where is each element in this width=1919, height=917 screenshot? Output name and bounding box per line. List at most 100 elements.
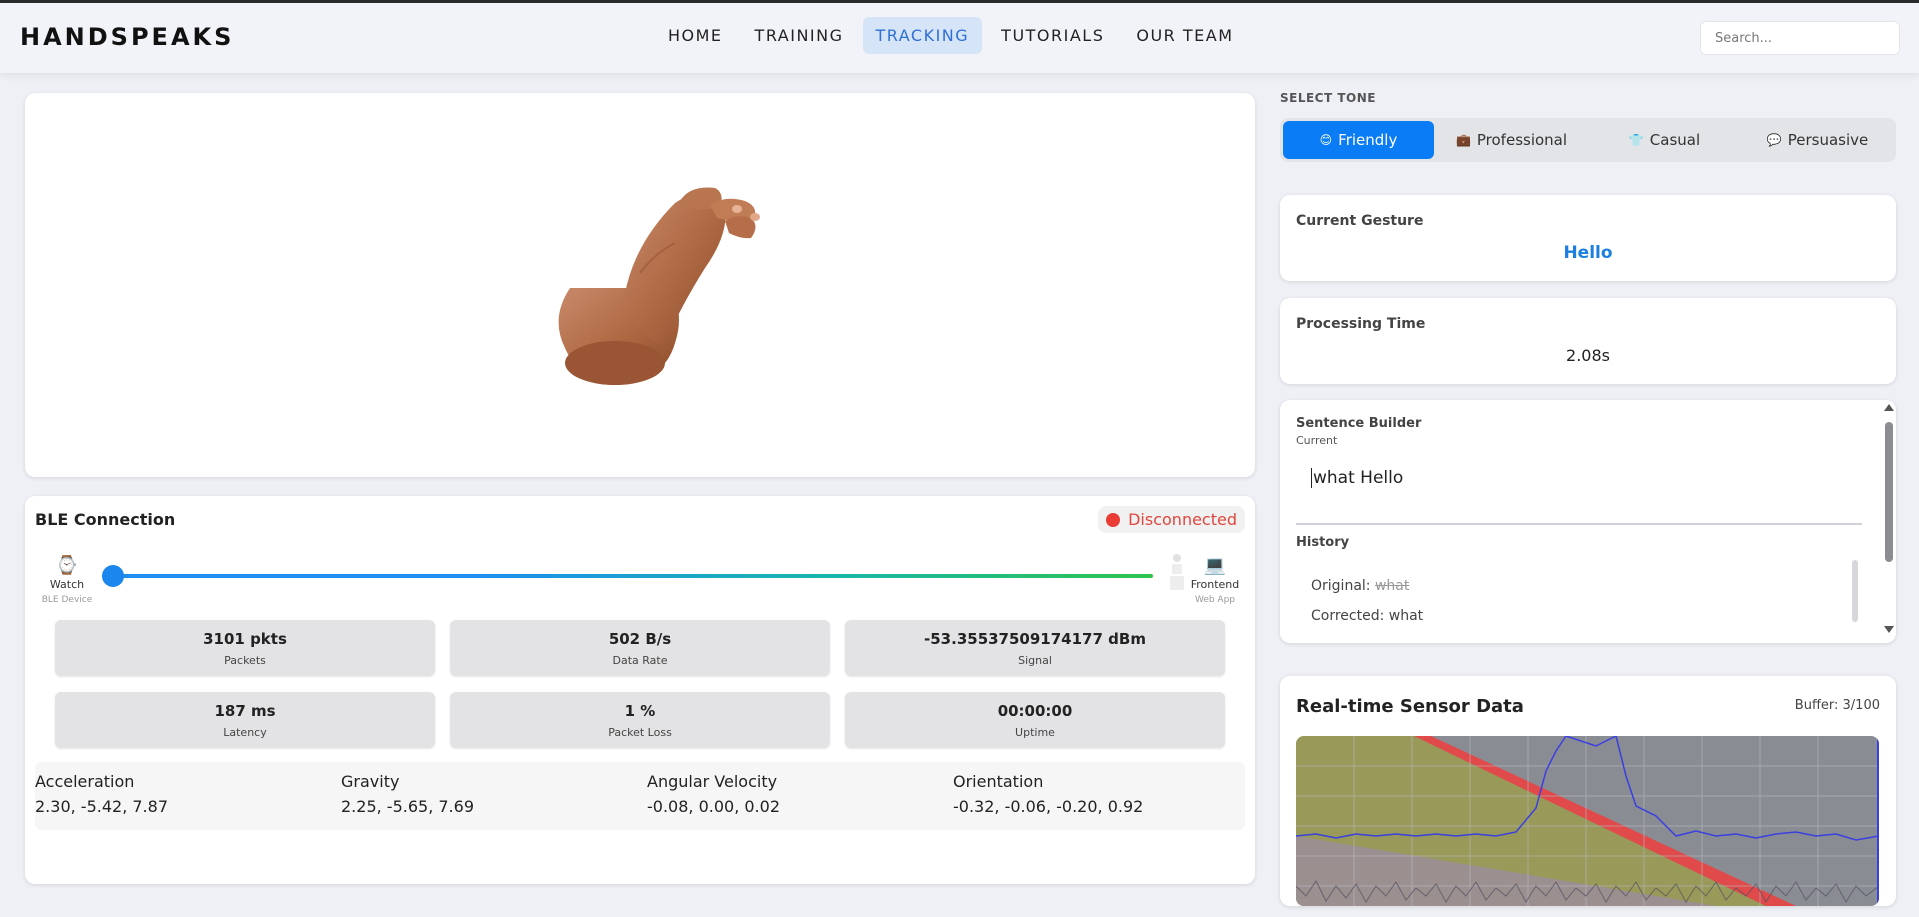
tone-selector: 😊 Friendly 💼 Professional 👕 Casual 💬 Per… <box>1280 118 1896 162</box>
status-text: Disconnected <box>1128 510 1237 529</box>
target-device-label: Frontend <box>1190 578 1240 591</box>
top-navbar: HANDSPEAKS HOME TRAINING TRACKING TUTORI… <box>0 3 1919 73</box>
scroll-down-arrow-icon[interactable] <box>1884 626 1894 633</box>
tone-casual[interactable]: 👕 Casual <box>1589 121 1740 159</box>
corrected-text: what <box>1388 608 1424 624</box>
sensor-title: Acceleration <box>35 772 135 791</box>
connection-track <box>113 574 1153 578</box>
stat-value: 1 % <box>624 702 656 720</box>
original-label: Original: <box>1311 578 1371 594</box>
history-corrected: Corrected: what <box>1311 608 1423 624</box>
packet-stack-icon <box>1169 554 1185 600</box>
history-scrollbar[interactable] <box>1852 560 1858 622</box>
scrollbar-thumb[interactable] <box>1885 422 1893 562</box>
search-input[interactable] <box>1700 21 1900 55</box>
current-gesture-card: Current Gesture Hello <box>1280 195 1896 281</box>
current-sentence-text[interactable]: what Hello <box>1311 468 1403 488</box>
target-device: 💻 Frontend Web App <box>1185 554 1245 605</box>
nav-tracking[interactable]: TRACKING <box>862 17 983 54</box>
sensor-angular-velocity: Angular Velocity -0.08, 0.00, 0.02 <box>647 772 947 816</box>
smiley-icon: 😊 <box>1319 133 1333 147</box>
hand-model-image <box>558 187 760 385</box>
builder-current-label: Current <box>1296 434 1338 447</box>
sensor-title: Angular Velocity <box>647 772 778 791</box>
tone-label-text: Professional <box>1476 131 1568 149</box>
laptop-icon: 💻 <box>1203 555 1227 576</box>
stat-value: 502 B/s <box>608 630 672 648</box>
stat-label: Data Rate <box>612 654 668 667</box>
watch-icon: ⌚ <box>55 555 79 576</box>
history-original: Original: what <box>1311 578 1409 594</box>
stat-packet-loss: 1 % Packet Loss <box>450 692 830 748</box>
sensor-gravity: Gravity 2.25, -5.65, 7.69 <box>341 772 641 816</box>
sensor-value: 2.25, -5.65, 7.69 <box>341 797 474 816</box>
sentence-builder-card[interactable]: Sentence Builder Current what Hello Hist… <box>1280 400 1896 643</box>
scroll-up-arrow-icon[interactable] <box>1884 404 1894 411</box>
connection-status-badge: Disconnected <box>1098 506 1245 533</box>
sensor-card-title: Real-time Sensor Data <box>1296 696 1524 717</box>
tone-professional[interactable]: 💼 Professional <box>1436 121 1587 159</box>
sensor-chart <box>1296 736 1879 906</box>
stat-label: Signal <box>1018 654 1052 667</box>
tone-label-text: Casual <box>1649 131 1701 149</box>
stat-data-rate: 502 B/s Data Rate <box>450 620 830 676</box>
source-device-label: Watch <box>49 578 85 591</box>
sensor-title: Orientation <box>953 772 1044 791</box>
tone-persuasive[interactable]: 💬 Persuasive <box>1742 121 1893 159</box>
sensor-value: -0.32, -0.06, -0.20, 0.92 <box>953 797 1144 816</box>
sensor-readouts: Acceleration 2.30, -5.42, 7.87 Gravity 2… <box>35 762 1245 830</box>
builder-title: Sentence Builder <box>1296 416 1422 431</box>
processing-time-card: Processing Time 2.08s <box>1280 298 1896 384</box>
nav-training[interactable]: TRAINING <box>742 17 857 54</box>
briefcase-icon: 💼 <box>1455 133 1471 147</box>
tone-label: SELECT TONE <box>1280 91 1376 105</box>
stat-label: Latency <box>223 726 267 739</box>
builder-divider <box>1296 523 1862 525</box>
nav-tutorials[interactable]: TUTORIALS <box>988 17 1117 54</box>
sensor-acceleration: Acceleration 2.30, -5.42, 7.87 <box>35 772 335 816</box>
shirt-icon: 👕 <box>1628 133 1644 147</box>
speech-bubble-icon: 💬 <box>1766 133 1782 147</box>
corrected-label: Corrected: <box>1311 608 1385 624</box>
sensor-title: Gravity <box>341 772 400 791</box>
sensor-chart-canvas <box>1296 736 1879 906</box>
stat-uptime: 00:00:00 Uptime <box>845 692 1225 748</box>
status-dot-icon <box>1106 512 1121 527</box>
ble-title: BLE Connection <box>35 510 176 529</box>
nav-our-team[interactable]: OUR TEAM <box>1123 17 1246 54</box>
stat-value: 00:00:00 <box>997 702 1073 720</box>
main-nav: HOME TRAINING TRACKING TUTORIALS OUR TEA… <box>655 17 1247 54</box>
buffer-count: Buffer: 3/100 <box>1794 698 1880 713</box>
original-text: what <box>1374 578 1410 594</box>
brand-logo[interactable]: HANDSPEAKS <box>20 23 234 51</box>
tone-label-text: Persuasive <box>1787 131 1869 149</box>
processing-value: 2.08s <box>1566 346 1610 365</box>
target-device-sub: Web App <box>1194 595 1236 605</box>
stat-value: -53.35537509174177 dBm <box>924 630 1146 648</box>
sensor-orientation: Orientation -0.32, -0.06, -0.20, 0.92 <box>953 772 1253 816</box>
builder-scrollbar[interactable] <box>1882 400 1896 643</box>
stat-value: 3101 pkts <box>203 630 287 648</box>
nav-home[interactable]: HOME <box>655 17 736 54</box>
stat-packets: 3101 pkts Packets <box>55 620 435 676</box>
tone-label-text: Friendly <box>1338 131 1398 149</box>
tone-friendly[interactable]: 😊 Friendly <box>1283 121 1434 159</box>
packet-indicator <box>102 565 124 587</box>
stat-label: Uptime <box>1015 726 1055 739</box>
stat-label: Packets <box>224 654 266 667</box>
stat-latency: 187 ms Latency <box>55 692 435 748</box>
stat-value: 187 ms <box>214 702 276 720</box>
source-device: ⌚ Watch BLE Device <box>37 554 97 605</box>
gesture-value: Hello <box>1563 243 1613 263</box>
history-label: History <box>1296 535 1350 550</box>
stat-label: Packet Loss <box>608 726 672 739</box>
ble-connection-card: BLE Connection Disconnected ⌚ Watch BLE … <box>25 496 1255 884</box>
sensor-value: -0.08, 0.00, 0.02 <box>647 797 780 816</box>
source-device-sub: BLE Device <box>41 595 93 605</box>
sensor-data-card: Real-time Sensor Data Buffer: 3/100 <box>1280 676 1896 906</box>
processing-title: Processing Time <box>1296 316 1426 332</box>
hand-3d-viewer[interactable] <box>25 93 1255 477</box>
stat-signal: -53.35537509174177 dBm Signal <box>845 620 1225 676</box>
gesture-title: Current Gesture <box>1296 213 1424 229</box>
sensor-value: 2.30, -5.42, 7.87 <box>35 797 168 816</box>
